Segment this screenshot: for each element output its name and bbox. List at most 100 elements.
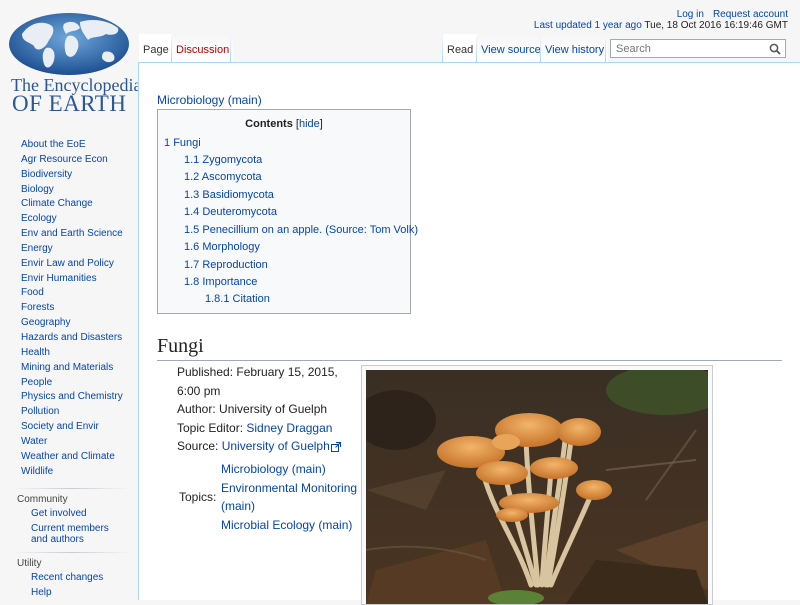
- sidebar-item-mining-materials[interactable]: Mining and Materials: [21, 362, 113, 373]
- sidebar-item-physics-chemistry[interactable]: Physics and Chemistry: [21, 391, 123, 402]
- tab-page[interactable]: Page: [139, 34, 173, 62]
- sidebar-item-about[interactable]: About the EoE: [21, 139, 86, 150]
- toc-hide-bracket-close: ]: [319, 118, 323, 130]
- toc-item[interactable]: 1.2 Ascomycota: [184, 171, 262, 183]
- sidebar-item-climate-change[interactable]: Climate Change: [21, 198, 93, 209]
- toc-item[interactable]: 1.5 Penecillium on an apple. (Source: To…: [184, 224, 418, 236]
- toc-text: Zygomycota: [202, 154, 263, 166]
- toc-number: 1.6: [184, 241, 200, 253]
- topics-label: Topics:: [179, 490, 217, 504]
- toc-item[interactable]: 1.7 Reproduction: [184, 259, 268, 271]
- topic-link-environmental-monitoring[interactable]: Environmental Monitoring (main): [221, 481, 357, 514]
- utility-heading: Utility: [0, 552, 138, 571]
- sidebar-item-weather-climate[interactable]: Weather and Climate: [21, 451, 115, 462]
- toc-item[interactable]: 1.6 Morphology: [184, 241, 260, 253]
- toc-item[interactable]: 1.1 Zygomycota: [184, 154, 262, 166]
- get-involved-link[interactable]: Get involved: [31, 508, 87, 520]
- toc-text: Basidiomycota: [202, 189, 274, 201]
- toc-item[interactable]: 1.8 Importance: [184, 276, 257, 288]
- topic-link-microbial-ecology[interactable]: Microbial Ecology (main): [221, 518, 352, 532]
- topic-editor-label: Topic Editor:: [177, 420, 247, 435]
- toc-number: 1.8.1: [205, 293, 230, 305]
- toc-item[interactable]: 1 Fungi: [164, 137, 201, 149]
- search-icon[interactable]: [769, 43, 781, 55]
- sidebar-nav-list: About the EoE Agr Resource Econ Biodiver…: [0, 138, 138, 479]
- sidebar-item-energy[interactable]: Energy: [21, 243, 53, 254]
- toc-title: Contents: [245, 118, 293, 130]
- toc-number: 1.5: [184, 224, 200, 236]
- mushrooms-photo[interactable]: [366, 370, 708, 604]
- sidebar-item-env-earth-science[interactable]: Env and Earth Science: [21, 228, 123, 239]
- toc-number: 1.8: [184, 276, 200, 288]
- toc-text: Penecillium on an apple. (Source: Tom Vo…: [202, 224, 418, 236]
- toc-text: Ascomycota: [201, 171, 262, 183]
- sidebar-item-pollution[interactable]: Pollution: [21, 406, 59, 417]
- sidebar-item-wildlife[interactable]: Wildlife: [21, 466, 53, 477]
- sidebar-item-food[interactable]: Food: [21, 287, 44, 298]
- toc-text: Morphology: [202, 241, 260, 253]
- toc-text: Importance: [202, 276, 258, 288]
- help-link[interactable]: Help: [31, 587, 52, 599]
- toc-text: Citation: [232, 293, 270, 305]
- community-heading: Community: [0, 488, 138, 507]
- topic-editor-link[interactable]: Sidney Draggan: [246, 421, 332, 435]
- toc-number: 1.3: [184, 189, 200, 201]
- globe-icon: [9, 13, 129, 75]
- sidebar-item-people[interactable]: People: [21, 377, 52, 388]
- logo-text-line2: OF EARTH: [12, 91, 127, 116]
- mushroom-image: [366, 370, 708, 604]
- toc-text: Deuteromycota: [202, 206, 277, 218]
- toc-hide-link[interactable]: hide: [299, 118, 320, 130]
- image-frame: [361, 365, 713, 605]
- source-link[interactable]: University of Guelph: [222, 439, 330, 453]
- search-input[interactable]: [614, 42, 768, 56]
- sidebar-item-society-envir[interactable]: Society and Envir: [21, 421, 99, 432]
- article-info: Published: February 15, 2015, 6:00 pm Au…: [177, 363, 357, 456]
- sidebar-item-health[interactable]: Health: [21, 347, 50, 358]
- tab-view-history[interactable]: View history: [541, 34, 609, 62]
- sidebar-item-geography[interactable]: Geography: [21, 317, 70, 328]
- community-list: Get involved Current members and authors: [0, 509, 138, 545]
- tab-view-source[interactable]: View source: [477, 34, 545, 62]
- tab-separator: [605, 36, 606, 62]
- source-row: Source: University of Guelph: [177, 437, 357, 456]
- search-box: [610, 39, 786, 58]
- toc-number: 1.2: [184, 171, 200, 183]
- author-text: Author: University of Guelph: [177, 402, 328, 417]
- last-updated-link[interactable]: Last updated 1 year ago: [534, 20, 642, 31]
- sidebar-item-envir-law-policy[interactable]: Envir Law and Policy: [21, 258, 114, 269]
- current-members-link[interactable]: Current members and authors: [31, 523, 109, 545]
- main-content: Microbiology (main) Contents [hide] 1 Fu…: [138, 62, 800, 605]
- topic-link-microbiology[interactable]: Microbiology (main): [221, 462, 326, 476]
- toc-item[interactable]: 1.3 Basidiomycota: [184, 189, 274, 201]
- toc-number: 1: [164, 137, 171, 149]
- toc-number: 1.1: [184, 154, 200, 166]
- sidebar-item-biodiversity[interactable]: Biodiversity: [21, 169, 72, 180]
- source-label: Source:: [177, 439, 222, 454]
- page-title: Fungi: [157, 334, 782, 361]
- sidebar-item-water[interactable]: Water: [21, 436, 47, 447]
- published-text: Published: February 15, 2015, 6:00 pm: [177, 365, 338, 398]
- toc-number: 1.4: [184, 206, 200, 218]
- request-account-link[interactable]: Request account: [713, 9, 788, 20]
- toc-item[interactable]: 1.8.1 Citation: [205, 293, 270, 305]
- sidebar-item-envir-humanities[interactable]: Envir Humanities: [21, 273, 97, 284]
- tab-discussion[interactable]: Discussion: [172, 34, 234, 62]
- sidebar-item-ecology[interactable]: Ecology: [21, 213, 57, 224]
- recent-changes-link[interactable]: Recent changes: [31, 572, 103, 584]
- tab-read[interactable]: Read: [443, 34, 478, 62]
- toc-title-row: Contents [hide]: [158, 118, 410, 130]
- last-updated-date: Tue, 18 Oct 2016 16:19:46 GMT: [641, 20, 788, 31]
- subtitle-link[interactable]: Microbiology (main): [157, 93, 262, 107]
- sidebar-item-agr-resource-econ[interactable]: Agr Resource Econ: [21, 154, 108, 165]
- sidebar-item-forests[interactable]: Forests: [21, 302, 54, 313]
- toc-number: 1.7: [184, 259, 200, 271]
- toc-item[interactable]: 1.4 Deuteromycota: [184, 206, 277, 218]
- table-of-contents: Contents [hide] 1 Fungi 1.1 Zygomycota 1…: [157, 109, 418, 314]
- login-link[interactable]: Log in: [677, 9, 704, 20]
- personal-tools: Log in Request account: [677, 9, 788, 20]
- topics-list: Microbiology (main) Environmental Monito…: [221, 460, 361, 534]
- site-logo[interactable]: The Encyclopedia OF EARTH: [0, 0, 141, 120]
- sidebar-item-biology[interactable]: Biology: [21, 184, 54, 195]
- sidebar-item-hazards-disasters[interactable]: Hazards and Disasters: [21, 332, 122, 343]
